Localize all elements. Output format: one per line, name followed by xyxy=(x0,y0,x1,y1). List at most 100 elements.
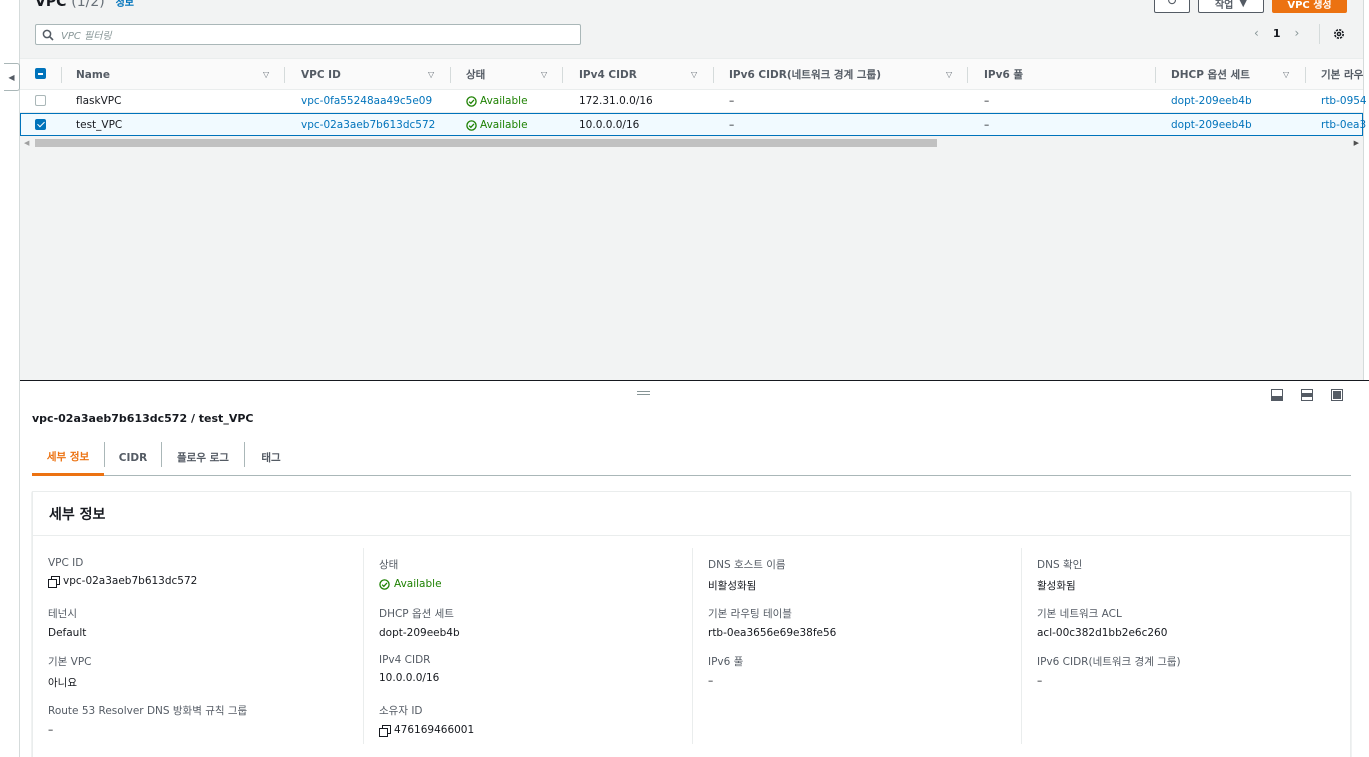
check-circle-icon xyxy=(379,578,390,590)
divider xyxy=(1319,24,1320,44)
cell-ipv4: 172.31.0.0/16 xyxy=(579,95,653,107)
column-divider xyxy=(562,67,563,83)
copy-icon[interactable] xyxy=(48,575,60,588)
tab-cidr[interactable]: CIDR xyxy=(105,440,161,475)
column-header-state[interactable]: 상태 xyxy=(466,59,485,90)
acl-link[interactable]: acl-00c382d1bb2e6c260 xyxy=(1037,627,1167,639)
sort-icon[interactable]: ▽ xyxy=(946,70,952,79)
state-text: Available xyxy=(480,119,528,131)
cell-dhcp-link[interactable]: dopt-209eeb4b xyxy=(1171,90,1252,112)
cell-ipv6: – xyxy=(729,119,735,131)
sort-icon[interactable]: ▽ xyxy=(1283,70,1289,79)
right-edge xyxy=(1363,0,1369,380)
column-header-main-route[interactable]: 기본 라우 xyxy=(1321,59,1363,90)
field-default-vpc: 기본 VPC 아니요 xyxy=(48,654,92,690)
field-label: 기본 VPC xyxy=(48,656,92,668)
column-header-ipv6-pool[interactable]: IPv6 풀 xyxy=(984,59,1023,90)
panel-side-icon[interactable] xyxy=(1301,389,1313,401)
tab-tags[interactable]: 태그 xyxy=(245,440,297,475)
vpc-filter-input[interactable]: VPC 필터링 xyxy=(35,24,581,45)
sort-icon[interactable]: ▽ xyxy=(263,70,269,79)
cell-ipv4: 10.0.0.0/16 xyxy=(579,119,640,131)
column-divider xyxy=(284,67,285,83)
field-owner: 소유자 ID 476169466001 xyxy=(379,703,474,737)
field-label: IPv6 풀 xyxy=(708,656,744,668)
sort-icon[interactable]: ▽ xyxy=(428,70,434,79)
refresh-button[interactable]: ↻ xyxy=(1154,0,1190,13)
field-dns-resolution: DNS 확인 활성화됨 xyxy=(1037,557,1082,593)
search-icon xyxy=(42,29,54,41)
column-divider xyxy=(713,67,714,83)
field-tenancy: 테넌시 Default xyxy=(48,606,86,639)
cell-vpc-id-link[interactable]: vpc-02a3aeb7b613dc572 xyxy=(301,114,435,136)
check-circle-icon xyxy=(466,95,477,107)
column-divider xyxy=(967,67,968,83)
current-page[interactable]: 1 xyxy=(1273,27,1281,40)
field-route53: Route 53 Resolver DNS 방화벽 규칙 그룹 – xyxy=(48,703,247,736)
cell-route-link[interactable]: rtb-0954 xyxy=(1321,90,1367,112)
table-row[interactable]: flaskVPC vpc-0fa55248aa49c5e09 Available… xyxy=(20,90,1367,113)
field-value: Available xyxy=(394,578,442,590)
scroll-right-icon[interactable]: ▶ xyxy=(1354,139,1359,147)
field-ipv4: IPv4 CIDR 10.0.0.0/16 xyxy=(379,654,439,684)
next-page-icon[interactable]: › xyxy=(1294,26,1299,40)
field-network-acl: 기본 네트워크 ACL acl-00c382d1bb2e6c260 xyxy=(1037,606,1167,639)
actions-button[interactable]: 작업 ▼ xyxy=(1198,0,1264,13)
dhcp-link[interactable]: dopt-209eeb4b xyxy=(379,627,460,639)
cell-name: test_VPC xyxy=(76,119,123,131)
field-main-route-table: 기본 라우팅 테이블 rtb-0ea3656e69e38fe56 xyxy=(708,606,836,639)
scroll-left-icon[interactable]: ◀ xyxy=(24,139,29,147)
prev-page-icon[interactable]: ‹ xyxy=(1254,26,1259,40)
column-divider xyxy=(363,548,364,744)
resize-handle-icon[interactable] xyxy=(637,391,650,395)
side-navigation-rail: ◀ xyxy=(0,0,20,757)
sort-icon[interactable]: ▽ xyxy=(541,70,547,79)
select-all-checkbox[interactable] xyxy=(35,68,46,79)
column-header-ipv6-cidr[interactable]: IPv6 CIDR(네트워크 경계 그룹) xyxy=(729,59,881,90)
collapse-nav-button[interactable]: ◀ xyxy=(4,63,20,91)
field-label: 기본 네트워크 ACL xyxy=(1037,608,1122,620)
panel-position-controls xyxy=(1271,389,1343,401)
cell-state: Available xyxy=(466,114,528,136)
row-checkbox[interactable] xyxy=(35,119,46,130)
table-row-selected[interactable]: test_VPC vpc-02a3aeb7b613dc572 Available… xyxy=(20,113,1366,136)
column-divider xyxy=(450,67,451,83)
panel-bottom-icon[interactable] xyxy=(1271,389,1283,401)
field-label: Route 53 Resolver DNS 방화벽 규칙 그룹 xyxy=(48,705,248,717)
panel-full-icon[interactable] xyxy=(1331,389,1343,401)
column-header-vpc-id[interactable]: VPC ID xyxy=(301,59,341,90)
column-header-ipv4-cidr[interactable]: IPv4 CIDR xyxy=(579,59,637,90)
route-table-link[interactable]: rtb-0ea3656e69e38fe56 xyxy=(708,627,836,639)
refresh-icon: ↻ xyxy=(1166,0,1178,9)
cell-name: flaskVPC xyxy=(76,95,122,107)
column-header-name[interactable]: Name xyxy=(76,59,110,90)
scrollbar-thumb[interactable] xyxy=(35,139,937,147)
field-dns-hostnames: DNS 호스트 이름 비활성화됨 xyxy=(708,557,786,593)
column-header-dhcp[interactable]: DHCP 옵션 세트 xyxy=(1171,59,1250,90)
field-label: IPv6 CIDR(네트워크 경계 그룹) xyxy=(1037,656,1181,668)
row-checkbox[interactable] xyxy=(35,95,46,106)
cell-route-link[interactable]: rtb-0ea3 xyxy=(1321,114,1366,136)
info-link[interactable]: 정보 xyxy=(116,0,134,9)
tab-details[interactable]: 세부 정보 xyxy=(32,440,104,476)
gear-icon[interactable] xyxy=(1332,27,1346,41)
chevron-left-icon: ◀ xyxy=(8,72,15,82)
sort-icon[interactable]: ▽ xyxy=(691,70,697,79)
caret-down-icon: ▼ xyxy=(1239,0,1248,9)
field-value: 활성화됨 xyxy=(1037,580,1076,592)
vpc-list-area xyxy=(20,0,1369,380)
field-label: VPC ID xyxy=(48,557,84,569)
horizontal-scrollbar[interactable]: ◀ ▶ xyxy=(22,137,1361,149)
cell-dhcp-link[interactable]: dopt-209eeb4b xyxy=(1171,114,1252,136)
copy-icon[interactable] xyxy=(379,724,391,737)
details-card: 세부 정보 VPC ID vpc-02a3aeb7b613dc572 테넌시 D… xyxy=(32,491,1351,757)
card-title: 세부 정보 xyxy=(33,492,1350,536)
cell-vpc-id-link[interactable]: vpc-0fa55248aa49c5e09 xyxy=(301,90,432,112)
field-value: 아니요 xyxy=(48,677,77,689)
create-vpc-button[interactable]: VPC 생성 xyxy=(1272,0,1347,13)
tab-flow-logs[interactable]: 플로우 로그 xyxy=(162,440,244,475)
column-divider xyxy=(1155,67,1156,83)
field-label: 기본 라우팅 테이블 xyxy=(708,608,792,620)
column-divider xyxy=(1305,67,1306,83)
field-label: DNS 확인 xyxy=(1037,559,1083,571)
